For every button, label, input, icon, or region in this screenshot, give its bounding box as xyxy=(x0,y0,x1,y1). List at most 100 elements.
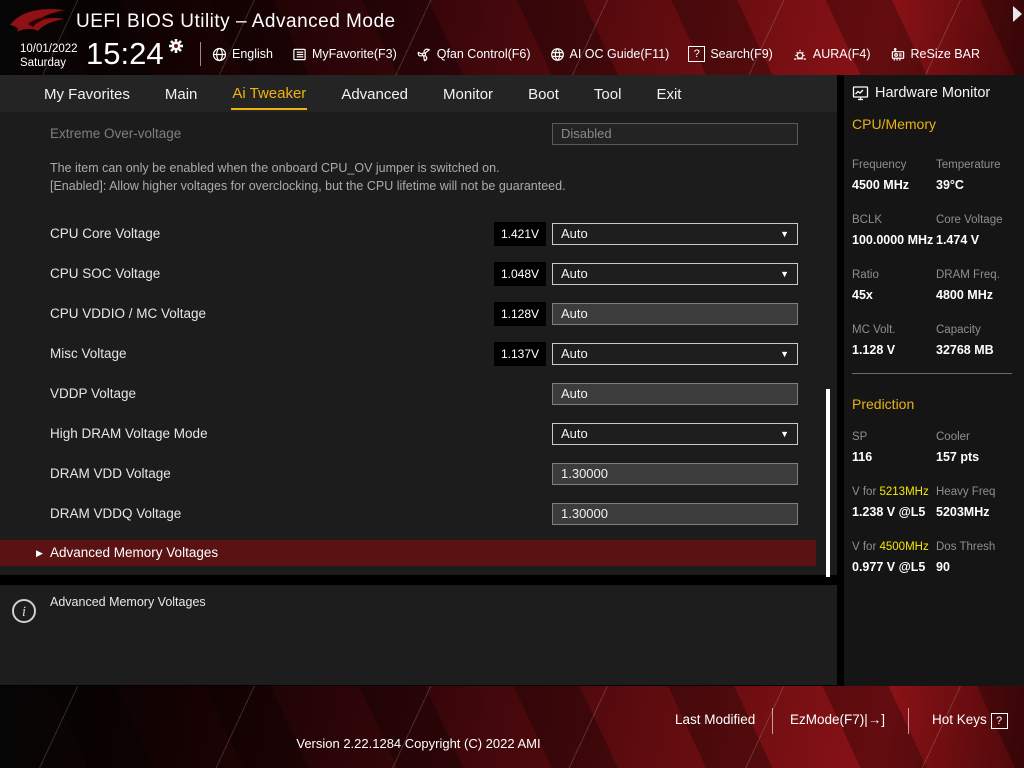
resize-bar-button[interactable]: ReSize BAR xyxy=(890,47,980,62)
stat-label: Cooler xyxy=(936,431,970,443)
chevron-down-icon: ▼ xyxy=(780,229,789,239)
high-dram-voltage-mode-dropdown[interactable]: Auto ▼ xyxy=(552,423,798,445)
setting-label-dram-vddq-voltage: DRAM VDDQ Voltage xyxy=(50,506,182,521)
tab-advanced[interactable]: Advanced xyxy=(340,78,409,109)
brain-icon xyxy=(550,47,564,61)
chevron-down-icon: ▼ xyxy=(780,429,789,439)
stat-value: 116 xyxy=(852,450,873,464)
description-panel: i Advanced Memory Voltages xyxy=(0,585,837,685)
dram-vdd-voltage-input[interactable]: 1.30000 xyxy=(552,463,798,485)
cpu-core-voltage-dropdown[interactable]: Auto ▼ xyxy=(552,223,798,245)
menu-label: AI OC Guide(F11) xyxy=(569,47,670,61)
fan-icon xyxy=(417,48,430,61)
info-icon: i xyxy=(12,599,36,623)
last-modified-button[interactable]: Last Modified xyxy=(675,712,755,727)
setting-label-cpu-core-voltage: CPU Core Voltage xyxy=(50,226,161,241)
footer-separator xyxy=(908,708,909,734)
cpu-soc-voltage-dropdown[interactable]: Auto ▼ xyxy=(552,263,798,285)
dropdown-value: Auto xyxy=(561,266,588,281)
dram-vddq-voltage-input[interactable]: 1.30000 xyxy=(552,503,798,525)
ezmode-button[interactable]: EzMode(F7)|→] xyxy=(790,712,885,727)
aura-button[interactable]: AURA(F4) xyxy=(792,47,871,62)
stat-label-prefix: V for xyxy=(852,541,880,553)
tab-exit[interactable]: Exit xyxy=(655,78,682,109)
monitor-icon xyxy=(852,86,869,101)
textbox-value: 1.30000 xyxy=(561,506,608,521)
stat-value: 4500 MHz xyxy=(852,178,909,192)
misc-voltage-dropdown[interactable]: Auto ▼ xyxy=(552,343,798,365)
question-box-icon: ? xyxy=(990,713,1008,729)
stat-label: Capacity xyxy=(936,324,981,336)
menu-label: Qfan Control(F6) xyxy=(436,47,531,61)
bios-version-text: Version 2.22.1284 Copyright (C) 2022 AMI xyxy=(296,736,541,751)
setting-label-high-dram-voltage-mode: High DRAM Voltage Mode xyxy=(50,426,208,441)
ezmode-label: EzMode(F7) xyxy=(790,712,865,727)
cpu-core-voltage-reading: 1.421V xyxy=(494,222,546,246)
menu-label: Search(F9) xyxy=(710,47,773,61)
cpu-memory-heading: CPU/Memory xyxy=(852,116,937,132)
scrollbar-thumb[interactable] xyxy=(826,389,830,577)
stat-value: 100.0000 MHz xyxy=(852,233,934,247)
stat-value: 4800 MHz xyxy=(936,288,993,302)
settings-panel: Extreme Over-voltage Disabled The item c… xyxy=(0,112,837,577)
textbox-value: 1.30000 xyxy=(561,466,608,481)
language-button[interactable]: English xyxy=(212,47,273,62)
stat-label: MC Volt. xyxy=(852,324,896,336)
time-display[interactable]: 15:24 xyxy=(86,36,164,72)
advanced-memory-voltages-item[interactable]: ▶ Advanced Memory Voltages xyxy=(0,540,816,566)
dropdown-value: Auto xyxy=(561,426,588,441)
setting-label-misc-voltage: Misc Voltage xyxy=(50,346,127,361)
top-header-band: UEFI BIOS Utility – Advanced Mode 10/01/… xyxy=(0,0,1024,75)
hot-keys-label: Hot Keys xyxy=(932,712,987,727)
stat-value: 39°C xyxy=(936,178,964,192)
stat-label-prefix: V for xyxy=(852,486,880,498)
hardware-monitor-header: Hardware Monitor xyxy=(852,85,990,101)
textbox-value: Auto xyxy=(561,386,588,401)
stat-label: Ratio xyxy=(852,269,879,281)
aura-lamp-icon xyxy=(794,49,806,60)
submenu-label: Advanced Memory Voltages xyxy=(50,545,219,560)
gear-icon[interactable] xyxy=(168,38,184,54)
favorites-list-icon xyxy=(293,48,306,60)
stat-label-highlight: 5213MHz xyxy=(879,486,929,498)
search-button[interactable]: ? Search(F9) xyxy=(688,46,773,62)
qfan-control-button[interactable]: Qfan Control(F6) xyxy=(416,47,531,62)
stat-value: 0.977 V @L5 xyxy=(852,560,926,574)
collapse-panel-arrow-icon[interactable] xyxy=(1013,6,1022,22)
tab-ai-tweaker[interactable]: Ai Tweaker xyxy=(231,77,308,110)
bottom-footer-band: Last Modified EzMode(F7)|→] Hot Keys ? V… xyxy=(0,686,1024,768)
cpu-vddio-voltage-input[interactable]: Auto xyxy=(552,303,798,325)
chevron-down-icon: ▼ xyxy=(780,269,789,279)
setting-label-cpu-soc-voltage: CPU SOC Voltage xyxy=(50,266,161,281)
tab-main[interactable]: Main xyxy=(164,78,199,109)
hardware-monitor-panel: Hardware Monitor CPU/Memory Frequency Te… xyxy=(844,75,1024,690)
quick-menu: English MyFavorite(F3) Qfan Control(F6) … xyxy=(212,46,980,62)
tab-tool[interactable]: Tool xyxy=(593,78,623,109)
rog-logo xyxy=(10,9,65,32)
stat-label: V for 5213MHz xyxy=(852,486,929,498)
page-title: UEFI BIOS Utility – Advanced Mode xyxy=(76,11,396,32)
stat-label: Temperature xyxy=(936,159,1001,171)
myfavorite-button[interactable]: MyFavorite(F3) xyxy=(292,47,397,62)
stat-label-highlight: 4500MHz xyxy=(879,541,929,553)
setting-label-dram-vdd-voltage: DRAM VDD Voltage xyxy=(50,466,171,481)
tab-boot[interactable]: Boot xyxy=(527,78,560,109)
tab-monitor[interactable]: Monitor xyxy=(442,78,494,109)
hardware-monitor-title: Hardware Monitor xyxy=(875,85,991,101)
setting-label-vddp-voltage: VDDP Voltage xyxy=(50,386,137,401)
date-display[interactable]: 10/01/2022 Saturday xyxy=(20,42,78,70)
bios-screen: UEFI BIOS Utility – Advanced Mode 10/01/… xyxy=(0,0,1024,768)
vddp-voltage-input[interactable]: Auto xyxy=(552,383,798,405)
ai-oc-guide-button[interactable]: AI OC Guide(F11) xyxy=(550,47,670,62)
main-nav: My Favorites Main Ai Tweaker Advanced Mo… xyxy=(0,75,837,112)
extreme-over-voltage-value: Disabled xyxy=(561,126,612,141)
setting-label-cpu-vddio-mc-voltage: CPU VDDIO / MC Voltage xyxy=(50,306,207,321)
stat-label: V for 4500MHz xyxy=(852,541,929,553)
stat-label: DRAM Freq. xyxy=(936,269,1000,281)
hot-keys-button[interactable]: Hot Keys ? xyxy=(932,712,1008,729)
day-value: Saturday xyxy=(20,57,67,69)
menu-label: English xyxy=(232,47,273,61)
stat-label: Heavy Freq xyxy=(936,486,996,498)
tab-my-favorites[interactable]: My Favorites xyxy=(43,78,131,109)
extreme-over-voltage-select: Disabled xyxy=(552,123,798,145)
